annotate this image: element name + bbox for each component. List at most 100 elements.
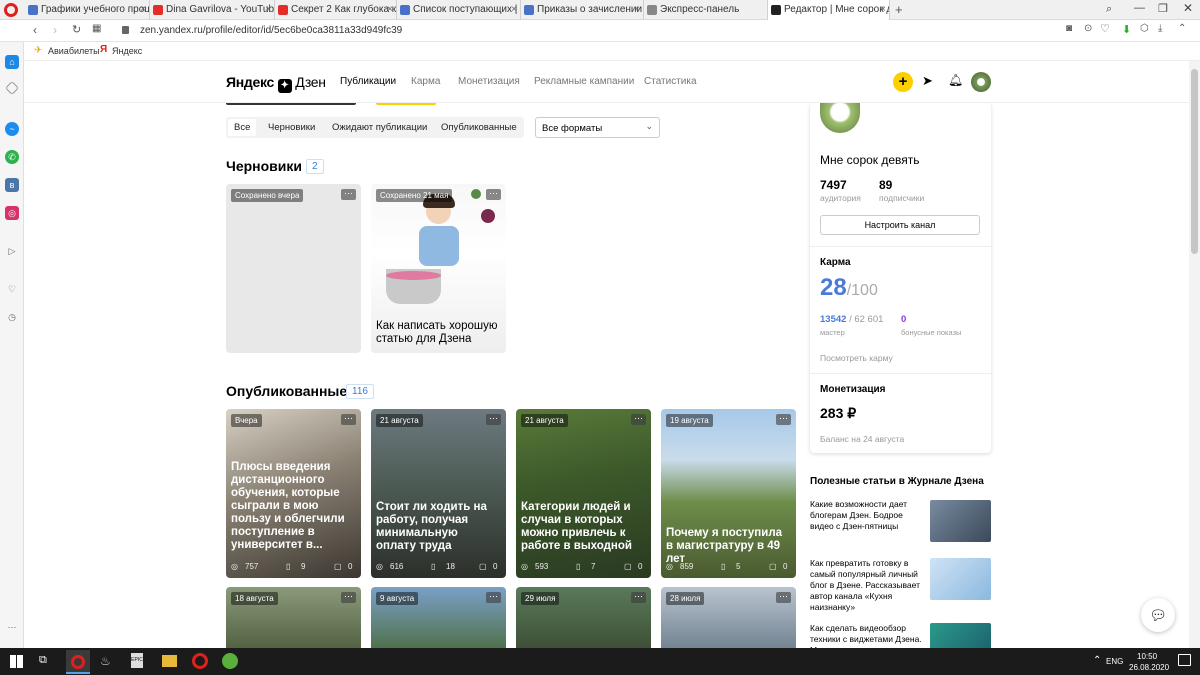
cube-icon[interactable]: ⬡ xyxy=(1140,23,1149,34)
reload-button[interactable]: ↻ xyxy=(72,23,81,36)
tab-close-icon[interactable]: × xyxy=(387,0,393,20)
more-options-icon[interactable]: ⋯ xyxy=(341,189,356,200)
view-karma-link[interactable]: Посмотреть карму xyxy=(820,353,893,363)
publication-card[interactable]: 28 июля ⋯ xyxy=(661,587,796,648)
favorites-icon[interactable]: ♡ xyxy=(5,282,19,296)
browser-tab[interactable]: Приказы о зачислении | У× xyxy=(521,0,644,20)
format-select[interactable]: Все форматы ⌄ xyxy=(535,117,660,138)
draft-card-1[interactable]: Сохранено вчера ⋯ xyxy=(226,184,361,353)
url-field[interactable]: zen.yandex.ru/profile/editor/id/5ec6be0c… xyxy=(140,25,402,36)
forward-button[interactable]: › xyxy=(53,23,57,37)
bookmark-yandex[interactable]: Яндекс xyxy=(112,46,142,56)
tab-close-icon[interactable]: × xyxy=(880,0,886,20)
nav-karma[interactable]: Карма xyxy=(411,76,440,87)
more-options-icon[interactable]: ⋯ xyxy=(486,189,501,200)
heart-icon[interactable]: ♡ xyxy=(1100,22,1110,35)
messenger-icon[interactable]: ~ xyxy=(5,122,19,136)
publication-card[interactable]: 29 июля ⋯ xyxy=(516,587,651,648)
more-options-icon[interactable]: ⋯ xyxy=(341,592,356,603)
task-view-icon[interactable]: ⧉ xyxy=(39,654,47,667)
more-icon[interactable]: ⋯ xyxy=(5,620,19,634)
tab-close-icon[interactable]: × xyxy=(265,0,271,20)
tray-chevron-icon[interactable]: ⌃ xyxy=(1093,655,1101,666)
filter-drafts[interactable]: Черновики xyxy=(268,122,315,133)
avatar[interactable] xyxy=(971,72,991,92)
support-chat-button[interactable]: 💬︎ xyxy=(1141,598,1175,632)
tab-close-icon[interactable]: × xyxy=(140,0,146,20)
opera-menu-icon[interactable] xyxy=(4,3,18,17)
zen-logo[interactable]: Яндекс ✦ Дзен xyxy=(226,74,326,93)
back-button[interactable]: ‹ xyxy=(33,23,37,37)
notification-center-icon[interactable] xyxy=(1178,654,1191,666)
filter-all[interactable]: Все xyxy=(228,119,257,136)
camera-icon[interactable]: ◙ xyxy=(1066,23,1072,34)
opera-taskbar-icon[interactable] xyxy=(66,650,90,674)
more-options-icon[interactable]: ⋯ xyxy=(341,414,356,425)
publication-card[interactable]: 21 августа ⋯ Стоит ли ходить на работу, … xyxy=(371,409,506,578)
download-icon[interactable]: ⬇ xyxy=(1122,23,1131,36)
browser-tab[interactable]: Список поступающих | Аб × xyxy=(397,0,521,20)
journal-article-2[interactable]: Как превратить готовку в самый популярны… xyxy=(810,558,991,612)
browser-tab[interactable]: Экспресс-панель xyxy=(644,0,768,20)
more-options-icon[interactable]: ⋯ xyxy=(486,592,501,603)
steam-icon[interactable]: ♨ xyxy=(100,654,111,668)
tab-close-icon[interactable]: × xyxy=(634,0,640,20)
publication-card[interactable]: Вчера ⋯ Плюсы введения дистанционного об… xyxy=(226,409,361,578)
search-tabs-icon[interactable]: ⌕ xyxy=(1106,3,1112,16)
browser-tab[interactable]: Графики учебного проце × xyxy=(25,0,150,20)
bookmark-aviabilety[interactable]: Авиабилеты xyxy=(48,46,100,56)
tabs-grid-icon[interactable]: ▦ xyxy=(92,23,101,34)
browser-tab[interactable]: Секрет 2 Как глубока кро × xyxy=(275,0,397,20)
windows-start-icon[interactable] xyxy=(10,655,23,668)
journal-article-3[interactable]: Как сделать видеообзор техники с виджета… xyxy=(810,623,991,648)
tab-close-icon[interactable]: × xyxy=(511,0,517,20)
scrollbar-thumb[interactable] xyxy=(1191,69,1198,254)
opera-icon[interactable] xyxy=(192,653,208,669)
channel-avatar[interactable] xyxy=(820,98,860,133)
settings-channel-button[interactable]: Настроить канал xyxy=(820,215,980,235)
epic-games-icon[interactable]: EPIC xyxy=(131,653,143,668)
nav-monetization[interactable]: Монетизация xyxy=(458,76,520,87)
more-options-icon[interactable]: ⋯ xyxy=(776,592,791,603)
clock-time[interactable]: 10:50 xyxy=(1137,652,1157,661)
more-options-icon[interactable]: ⋯ xyxy=(776,414,791,425)
instagram-icon[interactable]: ◎ xyxy=(5,206,19,220)
browser-tab-active[interactable]: Редактор | Мне сорок дев× xyxy=(768,0,890,20)
file-explorer-icon[interactable] xyxy=(162,655,177,667)
publication-card[interactable]: 19 августа ⋯ Почему я поступила в магист… xyxy=(661,409,796,578)
draft-card-2[interactable]: Сохранено 21 мая ⋯ Как написать хорошую … xyxy=(371,184,506,353)
history-icon[interactable]: ◷ xyxy=(5,310,19,324)
send-icon[interactable]: ➤ xyxy=(922,73,933,89)
nav-statistics[interactable]: Статистика xyxy=(644,76,697,87)
more-options-icon[interactable]: ⋯ xyxy=(631,592,646,603)
nav-ad-campaigns[interactable]: Рекламные кампании xyxy=(534,76,634,87)
maximize-button[interactable]: ❐ xyxy=(1158,2,1168,15)
more-options-icon[interactable]: ⋯ xyxy=(486,414,501,425)
vpn-icon[interactable]: ⊙ xyxy=(1084,23,1092,34)
publication-card[interactable]: 18 августа ⋯ xyxy=(226,587,361,648)
filter-pending[interactable]: Ожидают публикации xyxy=(332,122,427,133)
clock-date[interactable]: 26.08.2020 xyxy=(1129,663,1169,672)
page-scrollbar[interactable] xyxy=(1189,61,1200,648)
nav-publications[interactable]: Публикации xyxy=(340,76,396,87)
close-window-button[interactable]: ✕ xyxy=(1183,1,1193,15)
filter-published[interactable]: Опубликованные xyxy=(441,122,517,133)
journal-article-1[interactable]: Какие возможности дает блогерам Дзен. Бо… xyxy=(810,499,991,543)
utorrent-icon[interactable] xyxy=(222,653,238,669)
pin-icon[interactable]: ⌃ xyxy=(1178,23,1186,34)
more-options-icon[interactable]: ⋯ xyxy=(631,414,646,425)
browser-tab[interactable]: Dina Gavrilova - YouTube × xyxy=(150,0,275,20)
send-icon[interactable]: ▷ xyxy=(5,244,19,258)
minimize-button[interactable]: — xyxy=(1134,2,1145,14)
keyboard-language[interactable]: ENG xyxy=(1106,657,1123,666)
add-publication-button[interactable]: + xyxy=(893,72,913,92)
speed-dial-icon[interactable] xyxy=(4,80,20,96)
vk-icon[interactable]: в xyxy=(5,178,19,192)
new-tab-button[interactable]: + xyxy=(895,2,903,17)
notifications-bell-icon[interactable]: 🔔︎ xyxy=(948,73,963,87)
download-manager-icon[interactable]: ⤓ xyxy=(1158,23,1162,34)
home-icon[interactable]: ⌂ xyxy=(5,55,19,69)
publication-card[interactable]: 21 августа ⋯ Категории людей и случаи в … xyxy=(516,409,651,578)
whatsapp-icon[interactable]: ✆ xyxy=(5,150,19,164)
publication-card[interactable]: 9 августа ⋯ xyxy=(371,587,506,648)
